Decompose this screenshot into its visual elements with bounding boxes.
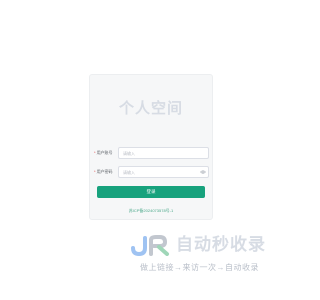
login-card: 个人空间 *用户账号 *用户密码 登录 苏ICP备2024073578号-1 (89, 74, 213, 220)
login-button[interactable]: 登录 (97, 186, 205, 198)
page-title: 个人空间 (118, 99, 183, 117)
watermark-logo (131, 235, 169, 256)
username-label-text: 用户账号 (96, 150, 113, 155)
username-label: *用户账号 (94, 149, 118, 157)
password-input[interactable] (118, 166, 209, 178)
required-mark: * (94, 169, 96, 174)
required-mark: * (94, 150, 96, 155)
password-label: *用户密码 (94, 168, 118, 176)
username-input[interactable] (118, 147, 209, 159)
icp-link[interactable]: 苏ICP备2024073578号-1 (90, 208, 212, 214)
watermark: 自动秒收录 做上链接→来访一次→自动收录 (130, 234, 280, 278)
password-row: *用户密码 (94, 166, 210, 178)
password-label-text: 用户密码 (96, 169, 113, 174)
eye-icon[interactable] (200, 169, 206, 175)
watermark-title: 自动秒收录 (176, 235, 266, 255)
username-row: *用户账号 (94, 147, 210, 159)
watermark-slogan: 做上链接→来访一次→自动收录 (140, 263, 259, 272)
page: 个人空间 *用户账号 *用户密码 登录 苏ICP备2024073578号-1 自… (0, 0, 300, 300)
